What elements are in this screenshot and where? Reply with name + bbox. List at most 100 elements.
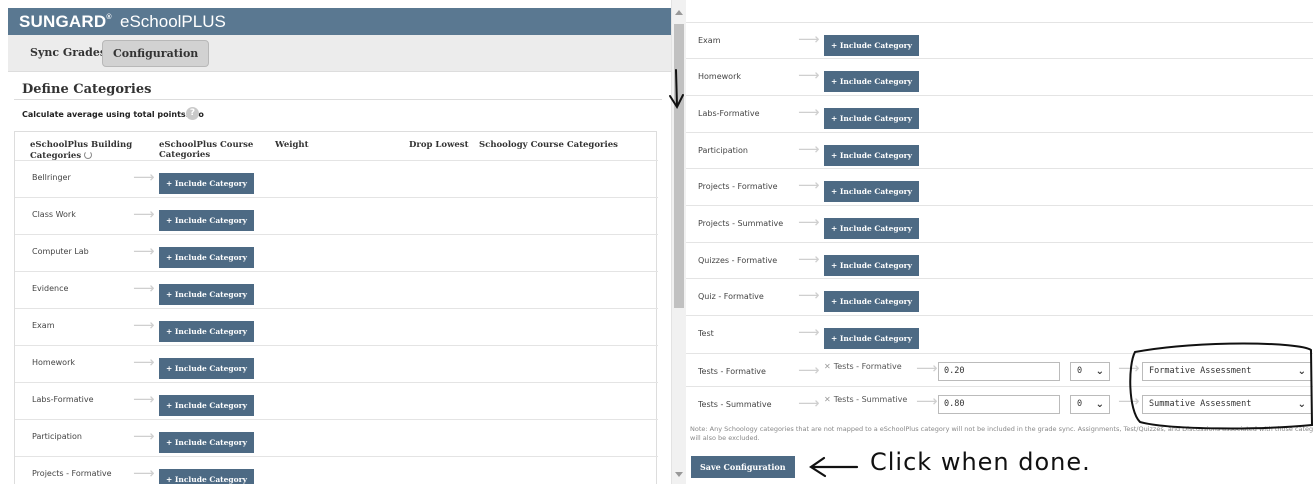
scroll-down-arrow-icon[interactable] (675, 472, 683, 477)
arrow-right-icon: ⟶ (798, 140, 820, 158)
header-schoology-categories: Schoology Course Categories (479, 140, 618, 150)
category-name: Participation (698, 146, 748, 155)
category-name: Participation (32, 432, 82, 441)
mapped-course-category: ✕ Tests - Formative (824, 362, 902, 371)
chevron-down-icon: ⌄ (1297, 366, 1306, 377)
arrow-right-icon: ⟶ (798, 286, 820, 304)
category-row: Projects - Formative ⟶ + Include Category (686, 168, 1313, 205)
remove-x-icon[interactable]: ✕ (824, 395, 831, 404)
include-category-button[interactable]: + Include Category (159, 210, 254, 231)
arrow-right-icon: ⟶ (798, 323, 820, 341)
weight-input[interactable]: 0.20 (938, 362, 1060, 381)
include-category-button[interactable]: + Include Category (159, 395, 254, 416)
section-title: Define Categories (22, 82, 152, 97)
include-category-button[interactable]: + Include Category (824, 35, 919, 56)
category-name: Exam (32, 321, 55, 330)
category-row: Quizzes - Formative ⟶ + Include Category (686, 242, 1313, 278)
category-name: Projects - Formative (698, 182, 778, 191)
include-category-button[interactable]: + Include Category (159, 284, 254, 305)
include-category-button[interactable]: + Include Category (824, 218, 919, 239)
category-row: Labs-Formative ⟶ + Include Category (686, 95, 1313, 132)
header-course-categories: eSchoolPlus Course Categories (159, 140, 254, 160)
category-row: Computer Lab ⟶ + Include Category (15, 234, 658, 271)
include-category-button[interactable]: + Include Category (159, 173, 254, 194)
mapping-note: Note: Any Schoology categories that are … (690, 425, 1313, 442)
include-category-button[interactable]: + Include Category (824, 108, 919, 129)
arrow-right-icon: ⟶ (133, 390, 155, 408)
include-category-button[interactable]: + Include Category (159, 469, 254, 484)
category-row: Homework ⟶ + Include Category (15, 345, 658, 382)
arrow-right-icon: ⟶ (133, 205, 155, 223)
help-icon[interactable]: ? (186, 107, 199, 120)
category-row: Evidence ⟶ + Include Category (15, 271, 658, 308)
category-name: Exam (698, 36, 721, 45)
include-category-button[interactable]: + Include Category (824, 255, 919, 276)
arrow-right-icon: ⟶ (798, 213, 820, 231)
arrow-right-icon: ⟶ (1118, 392, 1140, 410)
arrow-right-icon: ⟶ (798, 176, 820, 194)
include-category-button[interactable]: + Include Category (824, 71, 919, 92)
category-row: Projects - Formative ⟶ + Include Category (15, 456, 658, 484)
arrow-right-icon: ⟶ (1118, 359, 1140, 377)
category-row: Homework ⟶ + Include Category (686, 58, 1313, 95)
weight-input[interactable]: 0.80 (938, 395, 1060, 414)
brand-logo: SUNGARD® (19, 12, 112, 31)
arrow-right-icon: ⟶ (798, 250, 820, 268)
category-name: Projects - Summative (698, 219, 784, 228)
category-row: Tests - Summative ⟶ ✕ Tests - Summative ⟶ 0.8… (686, 386, 1313, 420)
schoology-category-select[interactable]: Formative Assessment ⌄ (1142, 362, 1312, 381)
drop-lowest-select[interactable]: 0 ⌄ (1070, 362, 1110, 381)
category-name: Tests - Formative (698, 367, 766, 376)
category-name: Quiz - Formative (698, 292, 764, 301)
category-row: Quiz - Formative ⟶ + Include Category (686, 278, 1313, 315)
include-category-button[interactable]: + Include Category (824, 291, 919, 312)
include-category-button[interactable]: + Include Category (824, 328, 919, 349)
header-building-categories: eSchoolPlus Building Categories (30, 140, 133, 161)
category-name: Class Work (32, 210, 76, 219)
section-divider (14, 99, 662, 100)
scroll-up-arrow-icon[interactable] (675, 10, 683, 15)
category-name: Labs-Formative (698, 109, 760, 118)
brand-product-name: eSchoolPLUS (120, 12, 226, 31)
calc-total-points-label: Calculate average using total points: No (22, 110, 204, 119)
chevron-down-icon: ⌄ (1095, 399, 1104, 410)
arrow-right-icon: ⟶ (133, 353, 155, 371)
arrow-right-icon: ⟶ (916, 392, 938, 410)
schoology-category-select[interactable]: Summative Assessment ⌄ (1142, 395, 1312, 414)
app-header: SUNGARD® eSchoolPLUS (8, 8, 671, 35)
category-name: Evidence (32, 284, 69, 293)
scrollbar[interactable] (672, 0, 686, 484)
arrow-right-icon: ⟶ (798, 103, 820, 121)
header-weight: Weight (275, 140, 309, 150)
arrow-right-icon: ⟶ (798, 394, 820, 412)
arrow-right-icon: ⟶ (133, 464, 155, 482)
arrow-right-icon: ⟶ (798, 30, 820, 48)
category-name: Homework (698, 72, 741, 81)
category-row: Exam ⟶ + Include Category (686, 22, 1313, 58)
tab-configuration[interactable]: Configuration (102, 40, 210, 67)
remove-x-icon[interactable]: ✕ (824, 362, 831, 371)
chevron-down-icon: ⌄ (1297, 399, 1306, 410)
category-name: Bellringer (32, 173, 71, 182)
drop-lowest-select[interactable]: 0 ⌄ (1070, 395, 1110, 414)
categories-table: eSchoolPlus Building Categories eSchoolP… (14, 131, 658, 484)
category-name: Computer Lab (32, 247, 89, 256)
refresh-icon[interactable] (84, 151, 93, 159)
include-category-button[interactable]: + Include Category (159, 247, 254, 268)
save-configuration-button[interactable]: Save Configuration (691, 456, 795, 478)
scrollbar-thumb[interactable] (674, 24, 684, 308)
category-row: Tests - Formative ⟶ ✕ Tests - Formative ⟶ 0.2… (686, 353, 1313, 386)
arrow-right-icon: ⟶ (133, 427, 155, 445)
include-category-button[interactable]: + Include Category (824, 181, 919, 202)
tab-bar: Sync Grades Configuration (8, 35, 671, 72)
include-category-button[interactable]: + Include Category (159, 358, 254, 379)
include-category-button[interactable]: + Include Category (824, 145, 919, 166)
arrow-right-icon: ⟶ (133, 242, 155, 260)
arrow-right-icon: ⟶ (798, 361, 820, 379)
include-category-button[interactable]: + Include Category (159, 432, 254, 453)
left-panel: SUNGARD® eSchoolPLUS Sync Grades Configu… (0, 0, 672, 484)
right-panel: Exam ⟶ + Include Category Homework ⟶ + Includ… (686, 0, 1313, 484)
include-category-button[interactable]: + Include Category (159, 321, 254, 342)
category-row: Exam ⟶ + Include Category (15, 308, 658, 345)
category-name: Tests - Summative (698, 400, 772, 409)
